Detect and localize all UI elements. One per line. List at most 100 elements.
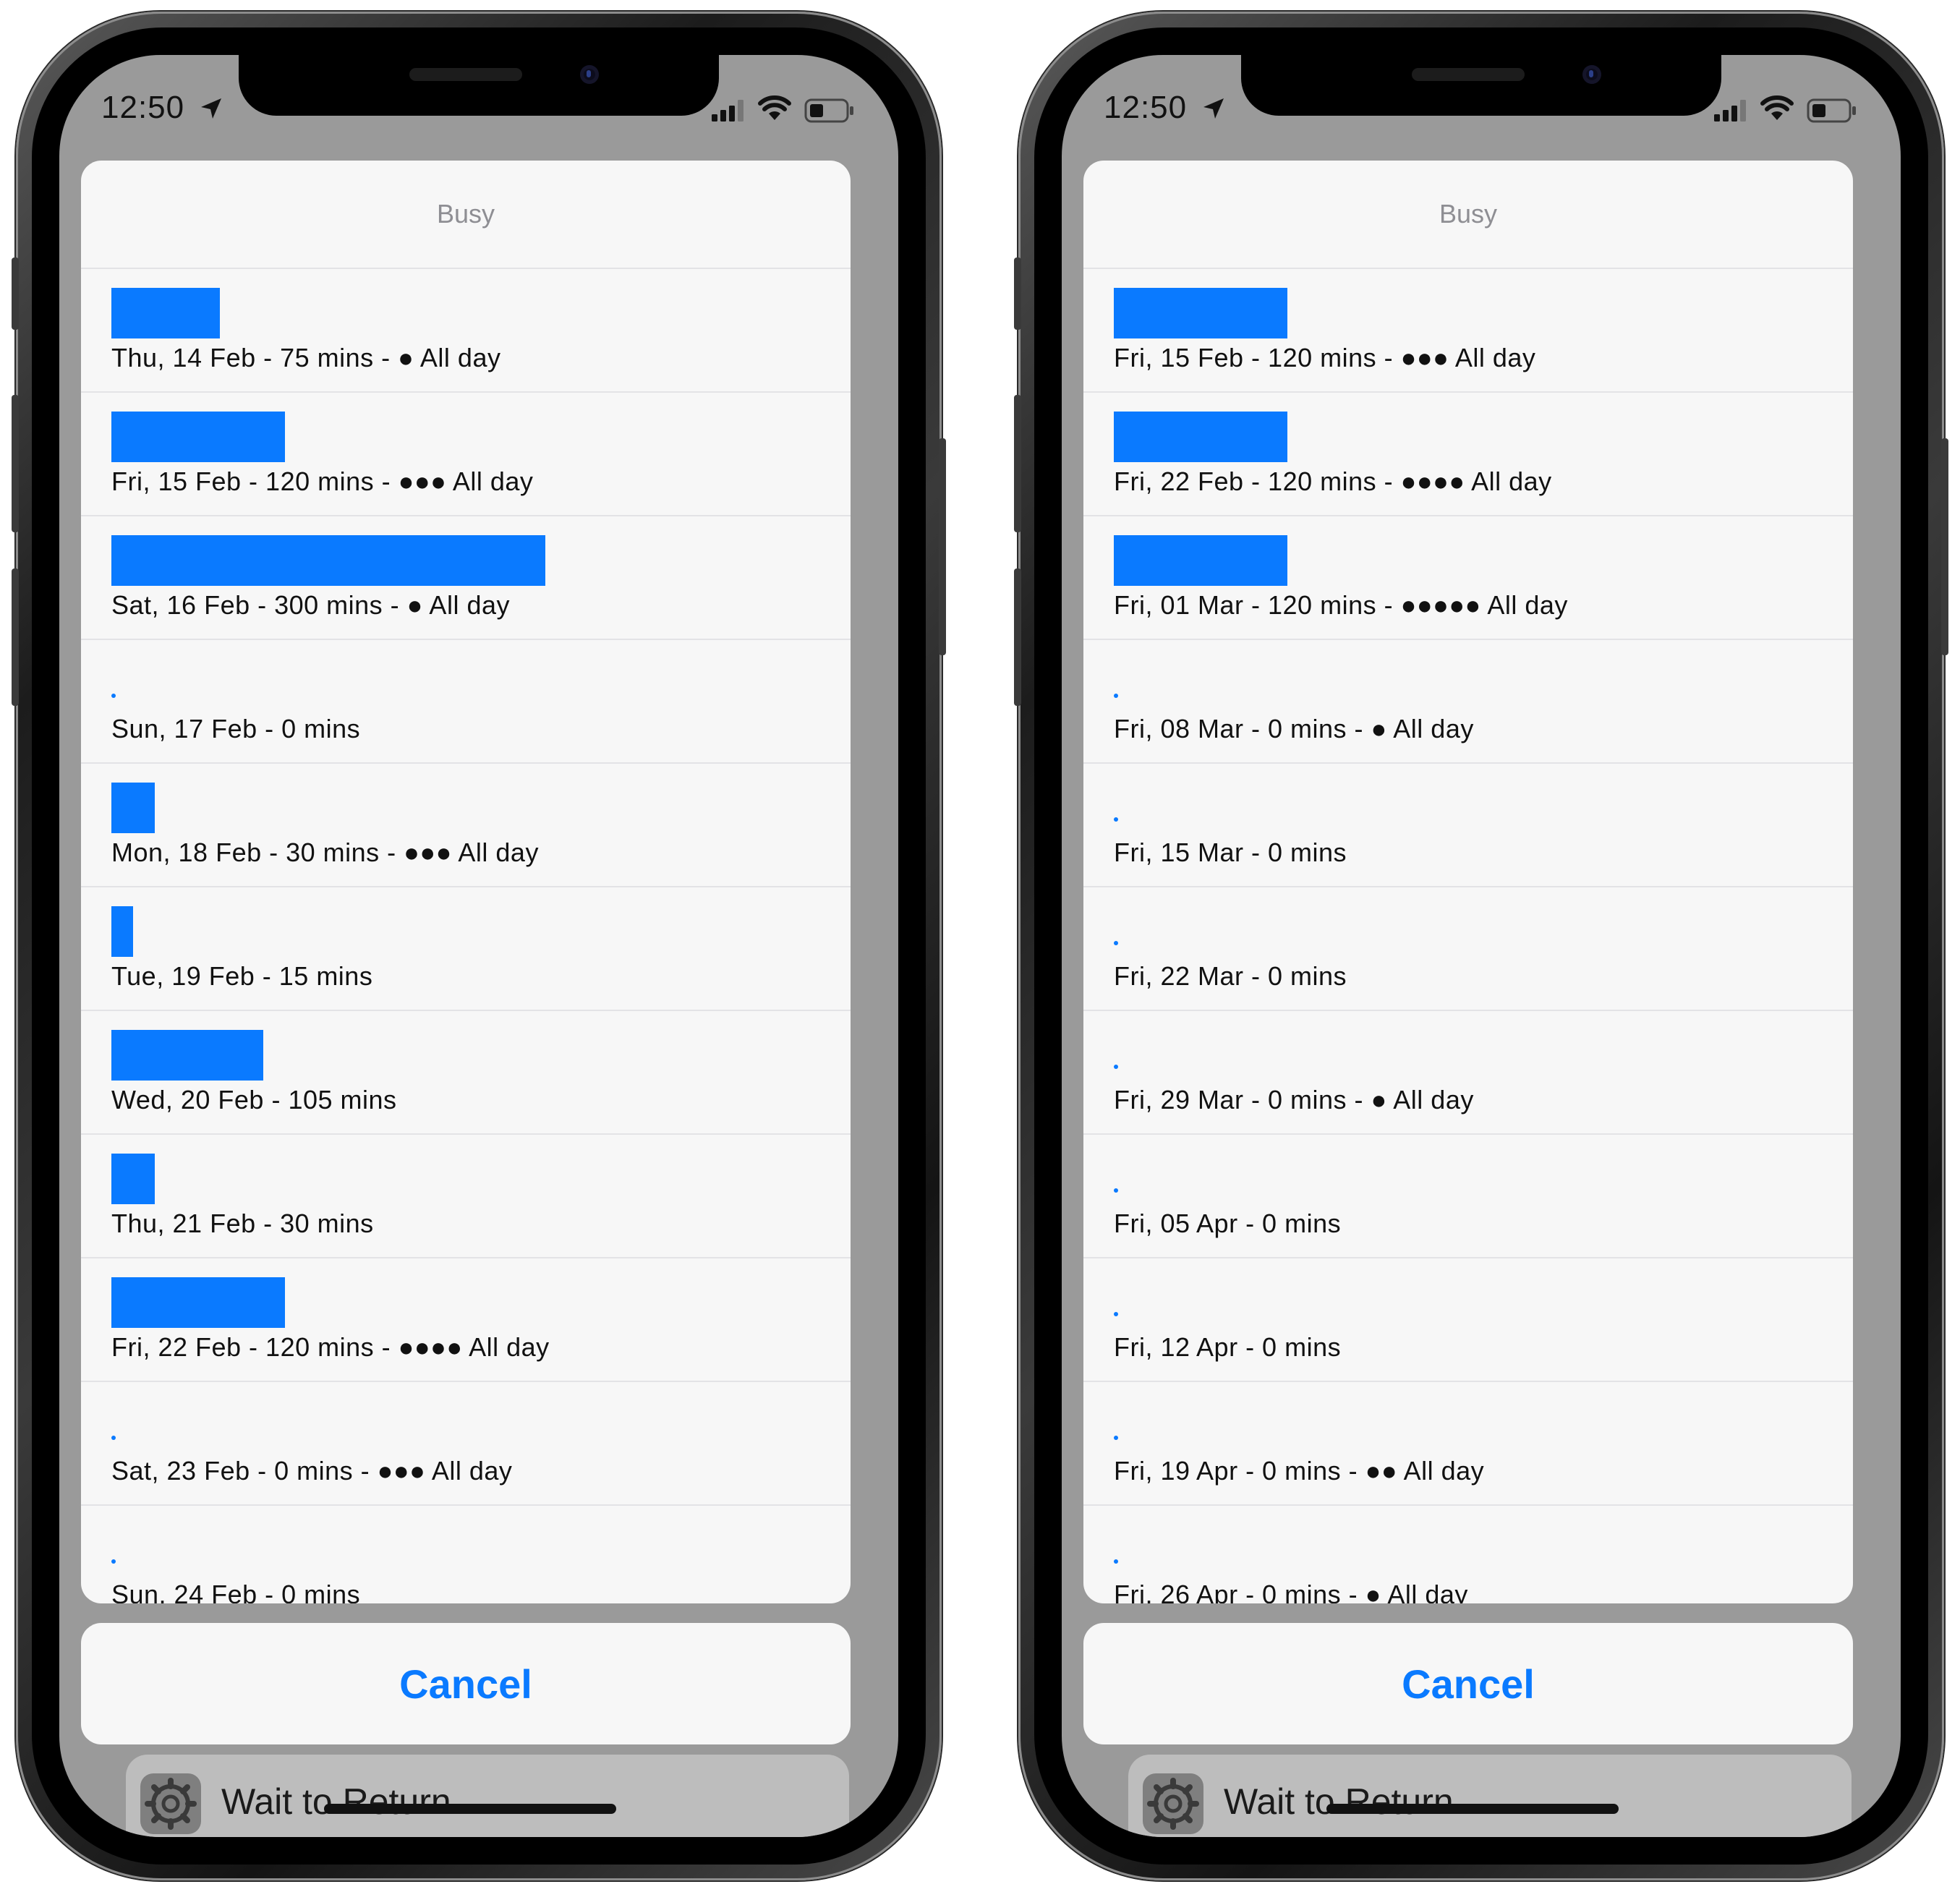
list-item-label: Fri, 15 Mar - 0 mins — [1114, 838, 1347, 867]
list-item[interactable]: Fri, 22 Feb - 120 mins - ●●●● All day — [81, 1258, 851, 1382]
gear-icon — [1143, 1773, 1203, 1834]
list-item-label: Fri, 22 Feb - 120 mins - ●●●● All day — [1114, 466, 1552, 496]
list-item-label: Wed, 20 Feb - 105 mins — [111, 1085, 397, 1115]
list-item[interactable]: Fri, 22 Feb - 120 mins - ●●●● All day — [1083, 393, 1853, 516]
volume-down-button — [12, 568, 19, 706]
location-arrow-icon — [201, 98, 221, 119]
busy-bar — [1114, 694, 1118, 698]
busy-bar — [111, 694, 116, 698]
background-action-label: Wait to Return — [221, 1781, 451, 1822]
screen: 12:50 Busy Fri, 15 Feb - 120 mins - ●●● … — [1062, 55, 1901, 1837]
volume-up-button — [1014, 395, 1021, 532]
list-item-label: Fri, 19 Apr - 0 mins - ●● All day — [1114, 1456, 1485, 1486]
busy-bar — [1114, 535, 1287, 586]
battery-icon — [804, 98, 853, 123]
busy-bar — [111, 412, 285, 462]
list-item-label: Sat, 23 Feb - 0 mins - ●●● All day — [111, 1456, 513, 1486]
mute-switch — [1014, 257, 1021, 330]
busy-bar — [111, 906, 133, 957]
cellular-signal-icon — [712, 100, 743, 122]
speaker-grille — [1412, 68, 1525, 81]
action-sheet: Busy Fri, 15 Feb - 120 mins - ●●● All da… — [1083, 161, 1853, 1603]
list-item-label: Thu, 21 Feb - 30 mins — [111, 1209, 374, 1238]
sheet-title: Busy — [1083, 161, 1853, 269]
busy-list: Fri, 15 Feb - 120 mins - ●●● All day Fri,… — [1083, 269, 1853, 1603]
status-time: 12:50 — [101, 90, 185, 125]
list-item[interactable]: Fri, 08 Mar - 0 mins - ● All day — [1083, 640, 1853, 764]
list-item-label: Fri, 22 Mar - 0 mins — [1114, 961, 1347, 991]
list-item[interactable]: Sat, 16 Feb - 300 mins - ● All day — [81, 516, 851, 640]
list-item-label: Thu, 14 Feb - 75 mins - ● All day — [111, 343, 501, 372]
busy-bar — [1114, 412, 1287, 462]
list-item-label: Fri, 12 Apr - 0 mins — [1114, 1332, 1342, 1362]
phone-right: 12:50 Busy Fri, 15 Feb - 120 mins - ●●● … — [1014, 12, 1948, 1880]
busy-bar — [1114, 1065, 1118, 1069]
list-item[interactable]: Fri, 15 Feb - 120 mins - ●●● All day — [1083, 269, 1853, 393]
list-item-label: Fri, 08 Mar - 0 mins - ● All day — [1114, 714, 1474, 743]
wifi-icon — [1760, 95, 1794, 120]
busy-bar — [111, 783, 155, 833]
list-item-label: Sun, 24 Feb - 0 mins — [111, 1580, 361, 1603]
notch — [239, 55, 719, 116]
list-item-label: Fri, 15 Feb - 120 mins - ●●● All day — [111, 466, 534, 496]
list-item-label: Fri, 26 Apr - 0 mins - ● All day — [1114, 1580, 1468, 1603]
list-item-label: Fri, 01 Mar - 120 mins - ●●●●● All day — [1114, 590, 1568, 620]
busy-bar — [1114, 288, 1287, 338]
action-sheet: Busy Thu, 14 Feb - 75 mins - ● All day Fr… — [81, 161, 851, 1603]
busy-bar — [1114, 941, 1118, 945]
busy-bar — [111, 1436, 116, 1440]
camera-icon — [1582, 65, 1601, 84]
list-item[interactable]: Fri, 12 Apr - 0 mins — [1083, 1258, 1853, 1382]
list-item[interactable]: Fri, 19 Apr - 0 mins - ●● All day — [1083, 1382, 1853, 1506]
busy-bar — [1114, 817, 1118, 822]
list-item[interactable]: Sat, 23 Feb - 0 mins - ●●● All day — [81, 1382, 851, 1506]
notch — [1241, 55, 1721, 116]
busy-bar — [111, 288, 220, 338]
list-item-label: Tue, 19 Feb - 15 mins — [111, 961, 373, 991]
list-item-label: Fri, 05 Apr - 0 mins — [1114, 1209, 1342, 1238]
list-item[interactable]: Wed, 20 Feb - 105 mins — [81, 1011, 851, 1135]
busy-bar — [111, 1559, 116, 1564]
home-indicator[interactable] — [1326, 1804, 1619, 1814]
volume-up-button — [12, 395, 19, 532]
busy-bar — [111, 535, 545, 586]
list-item-label: Fri, 22 Feb - 120 mins - ●●●● All day — [111, 1332, 550, 1362]
phone-left: 12:50 Busy Thu, 14 Feb - 75 mins - ● All… — [12, 12, 946, 1880]
list-item[interactable]: Sun, 17 Feb - 0 mins — [81, 640, 851, 764]
list-item-label: Sun, 17 Feb - 0 mins — [111, 714, 361, 743]
battery-icon — [1807, 98, 1856, 123]
list-item[interactable]: Fri, 15 Feb - 120 mins - ●●● All day — [81, 393, 851, 516]
busy-bar — [1114, 1436, 1118, 1440]
list-item[interactable]: Fri, 26 Apr - 0 mins - ● All day — [1083, 1506, 1853, 1603]
wifi-icon — [758, 95, 791, 120]
mute-switch — [12, 257, 19, 330]
list-item[interactable]: Sun, 24 Feb - 0 mins — [81, 1506, 851, 1603]
busy-bar — [1114, 1559, 1118, 1564]
cancel-button[interactable]: Cancel — [1083, 1623, 1853, 1744]
camera-icon — [580, 65, 599, 84]
location-arrow-icon — [1203, 98, 1224, 119]
busy-bar — [111, 1154, 155, 1204]
busy-bar — [111, 1030, 263, 1081]
home-indicator[interactable] — [324, 1804, 616, 1814]
status-time: 12:50 — [1104, 90, 1188, 125]
list-item[interactable]: Fri, 29 Mar - 0 mins - ● All day — [1083, 1011, 1853, 1135]
list-item[interactable]: Tue, 19 Feb - 15 mins — [81, 887, 851, 1011]
list-item[interactable]: Thu, 14 Feb - 75 mins - ● All day — [81, 269, 851, 393]
list-item[interactable]: Fri, 01 Mar - 120 mins - ●●●●● All day — [1083, 516, 1853, 640]
list-item[interactable]: Fri, 22 Mar - 0 mins — [1083, 887, 1853, 1011]
screen: 12:50 Busy Thu, 14 Feb - 75 mins - ● All… — [59, 55, 898, 1837]
busy-bar — [1114, 1188, 1118, 1193]
list-item[interactable]: Fri, 05 Apr - 0 mins — [1083, 1135, 1853, 1258]
sheet-title: Busy — [81, 161, 851, 269]
list-item[interactable]: Mon, 18 Feb - 30 mins - ●●● All day — [81, 764, 851, 887]
side-button — [1941, 438, 1948, 655]
busy-bar — [111, 1277, 285, 1328]
cancel-button[interactable]: Cancel — [81, 1623, 851, 1744]
list-item[interactable]: Thu, 21 Feb - 30 mins — [81, 1135, 851, 1258]
busy-list: Thu, 14 Feb - 75 mins - ● All day Fri, 15… — [81, 269, 851, 1603]
list-item[interactable]: Fri, 15 Mar - 0 mins — [1083, 764, 1853, 887]
busy-bar — [1114, 1312, 1118, 1316]
background-action-label: Wait to Return — [1224, 1781, 1454, 1822]
list-item-label: Mon, 18 Feb - 30 mins - ●●● All day — [111, 838, 539, 867]
